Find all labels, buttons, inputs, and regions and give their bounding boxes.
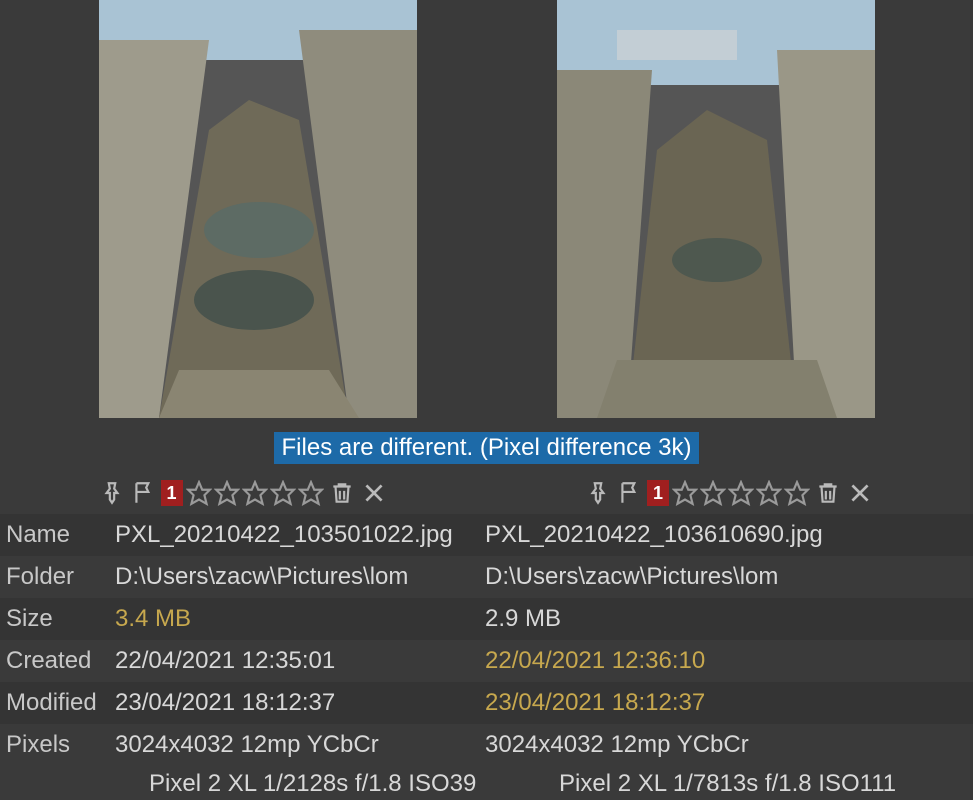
duplicate-compare-panel: Files are different. (Pixel difference 3… — [0, 0, 973, 800]
thumbnail-row — [0, 0, 973, 426]
pin-icon[interactable] — [97, 478, 127, 508]
toolbar-row: 1 — [0, 474, 973, 514]
star-icon[interactable] — [727, 479, 755, 507]
pin-icon[interactable] — [583, 478, 613, 508]
right-camera: Pixel 2 XL 1/7813s f/1.8 ISO111 — [485, 770, 973, 798]
close-icon[interactable] — [845, 478, 875, 508]
left-created: 22/04/2021 12:35:01 — [115, 647, 485, 675]
right-thumbnail[interactable] — [557, 0, 875, 418]
row-modified: Modified 23/04/2021 18:12:37 23/04/2021 … — [0, 682, 973, 724]
right-name: PXL_20210422_103610690.jpg — [485, 521, 973, 549]
label-folder: Folder — [0, 563, 115, 591]
star-icon[interactable] — [241, 479, 269, 507]
trash-icon[interactable] — [327, 478, 357, 508]
flag-icon[interactable] — [615, 478, 645, 508]
label-pixels: Pixels — [0, 731, 115, 759]
left-thumbnail[interactable] — [99, 0, 417, 418]
label-modified: Modified — [0, 689, 115, 717]
star-icon[interactable] — [671, 479, 699, 507]
left-pixels: 3024x4032 12mp YCbCr — [115, 731, 485, 759]
left-size: 3.4 MB — [115, 605, 485, 633]
row-size: Size 3.4 MB 2.9 MB — [0, 598, 973, 640]
right-pixels: 3024x4032 12mp YCbCr — [485, 731, 973, 759]
left-toolbar: 1 — [97, 478, 389, 508]
right-folder: D:\Users\zacw\Pictures\lom — [485, 563, 973, 591]
metadata-table: Name PXL_20210422_103501022.jpg PXL_2021… — [0, 514, 973, 800]
star-icon[interactable] — [297, 479, 325, 507]
diff-banner-row: Files are different. (Pixel difference 3… — [0, 426, 973, 474]
star-icon[interactable] — [213, 479, 241, 507]
star-icon[interactable] — [269, 479, 297, 507]
left-count-badge: 1 — [161, 480, 183, 506]
star-icon[interactable] — [783, 479, 811, 507]
left-modified: 23/04/2021 18:12:37 — [115, 689, 485, 717]
flag-icon[interactable] — [129, 478, 159, 508]
row-name: Name PXL_20210422_103501022.jpg PXL_2021… — [0, 514, 973, 556]
trash-icon[interactable] — [813, 478, 843, 508]
right-count-badge: 1 — [647, 480, 669, 506]
right-size: 2.9 MB — [485, 605, 973, 633]
right-modified: 23/04/2021 18:12:37 — [485, 689, 973, 717]
row-created: Created 22/04/2021 12:35:01 22/04/2021 1… — [0, 640, 973, 682]
label-created: Created — [0, 647, 115, 675]
close-icon[interactable] — [359, 478, 389, 508]
right-created: 22/04/2021 12:36:10 — [485, 647, 973, 675]
label-name: Name — [0, 521, 115, 549]
left-folder: D:\Users\zacw\Pictures\lom — [115, 563, 485, 591]
star-icon[interactable] — [699, 479, 727, 507]
right-rating[interactable] — [671, 479, 811, 507]
label-size: Size — [0, 605, 115, 633]
left-camera: Pixel 2 XL 1/2128s f/1.8 ISO39 — [115, 770, 485, 798]
star-icon[interactable] — [185, 479, 213, 507]
left-rating[interactable] — [185, 479, 325, 507]
right-toolbar: 1 — [583, 478, 875, 508]
row-camera-cutoff: Pixel 2 XL 1/2128s f/1.8 ISO39 Pixel 2 X… — [0, 766, 973, 800]
diff-banner: Files are different. (Pixel difference 3… — [274, 432, 700, 464]
left-name: PXL_20210422_103501022.jpg — [115, 521, 485, 549]
star-icon[interactable] — [755, 479, 783, 507]
row-folder: Folder D:\Users\zacw\Pictures\lom D:\Use… — [0, 556, 973, 598]
row-pixels: Pixels 3024x4032 12mp YCbCr 3024x4032 12… — [0, 724, 973, 766]
